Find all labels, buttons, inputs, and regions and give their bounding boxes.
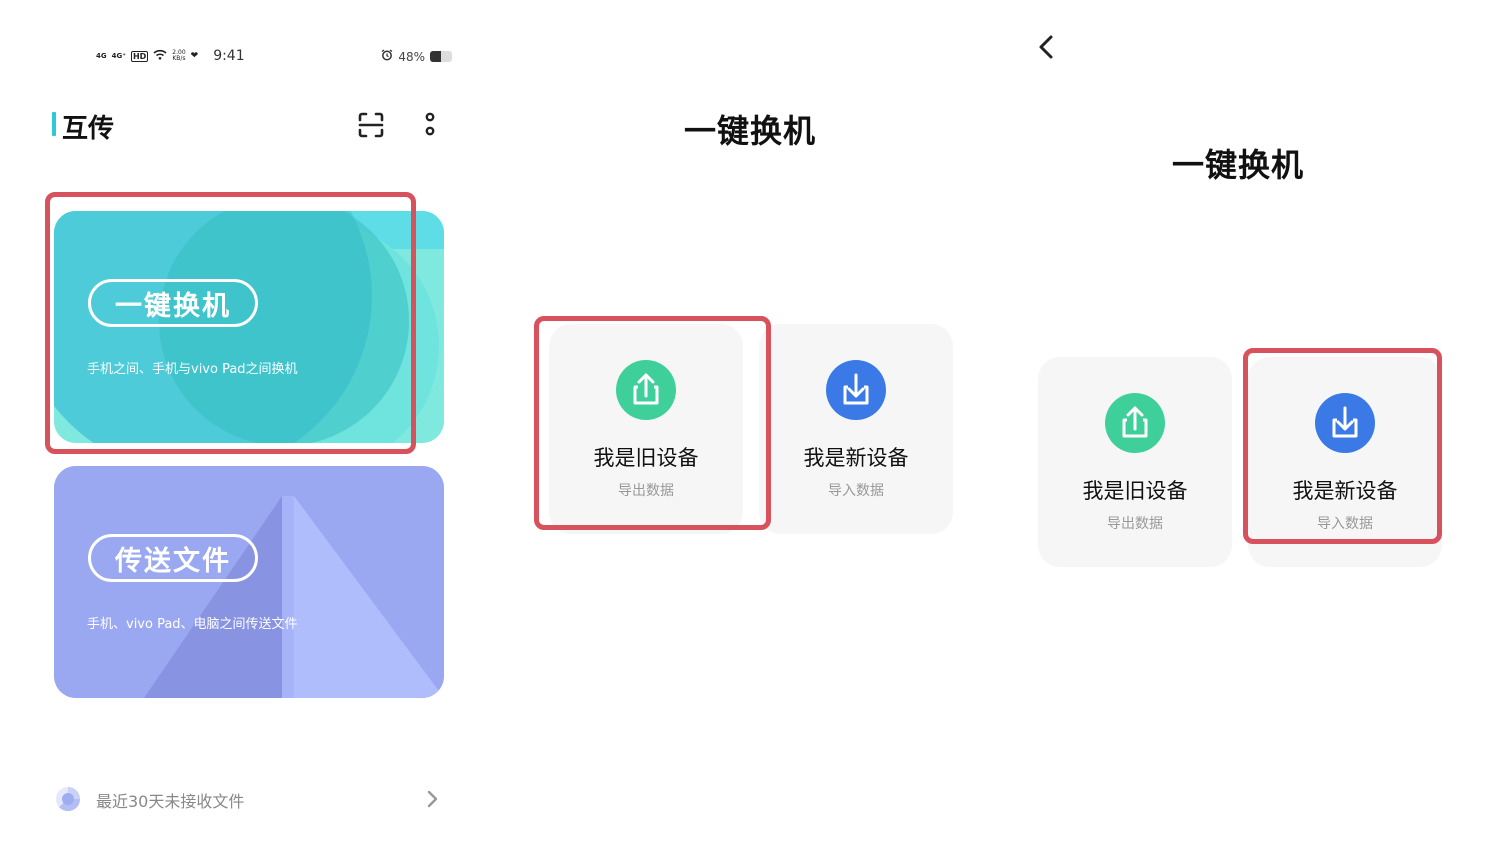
file-transfer-title: 传送文件 [88,534,258,582]
recent-files-label: 最近30天未接收文件 [96,792,245,811]
new-device-label: 我是新设备 [803,446,909,470]
chevron-right-icon [426,788,440,810]
pie-chart-icon [54,785,82,813]
import-data-label: 导入数据 [1317,516,1373,532]
more-options-icon[interactable] [420,110,440,140]
download-icon [1315,393,1375,453]
scan-icon[interactable] [356,110,386,140]
old-device-label: 我是旧设备 [593,446,699,470]
status-bar: 4G 4G⁺ HD 2.00 KB/s ❤ 9:41 48% [96,46,452,68]
export-data-label: 导出数据 [1107,516,1163,532]
download-icon [826,360,886,420]
new-device-option[interactable]: 我是新设备 导入数据 [759,324,953,534]
old-device-option[interactable]: 我是旧设备 导出数据 [1038,357,1232,567]
alarm-icon [381,49,393,64]
export-data-label: 导出数据 [618,483,674,499]
title-accent-bar [52,112,56,136]
heart-icon: ❤ [190,51,199,61]
card-background-art [54,211,444,443]
cellular-signal-2-icon: 4G⁺ [111,52,126,60]
clock: 9:41 [213,48,245,64]
wifi-icon [153,49,167,63]
network-speed: 2.00 KB/s [172,50,185,62]
battery-level [430,51,441,62]
new-device-option[interactable]: 我是新设备 导入数据 [1248,357,1442,567]
file-transfer-subtitle: 手机、vivo Pad、电脑之间传送文件 [87,617,298,632]
phone-clone-title: 一键换机 [88,279,258,327]
upload-icon [616,360,676,420]
phone-clone-page-title: 一键换机 [1172,146,1305,184]
phone-clone-subtitle: 手机之间、手机与vivo Pad之间换机 [87,362,298,377]
battery-icon [430,51,452,62]
import-data-label: 导入数据 [828,483,884,499]
file-transfer-card[interactable]: 传送文件 手机、vivo Pad、电脑之间传送文件 [54,466,444,698]
cellular-signal-1-icon: 4G [96,52,107,60]
new-device-label: 我是新设备 [1292,479,1398,503]
phone-clone-card[interactable]: 一键换机 手机之间、手机与vivo Pad之间换机 [54,211,444,443]
old-device-label: 我是旧设备 [1082,479,1188,503]
upload-icon [1105,393,1165,453]
phone-clone-page-title: 一键换机 [684,112,817,150]
battery-percentage: 48% [398,49,425,64]
hd-voice-icon: HD [130,50,149,62]
network-speed-unit: KB/s [172,55,186,62]
back-arrow-icon[interactable] [1034,34,1058,60]
old-device-option[interactable]: 我是旧设备 导出数据 [549,324,743,534]
app-header: 互传 [52,108,452,144]
page-title: 互传 [62,114,115,144]
card-background-art [54,466,444,698]
recent-unreceived-files[interactable]: 最近30天未接收文件 [54,782,444,816]
